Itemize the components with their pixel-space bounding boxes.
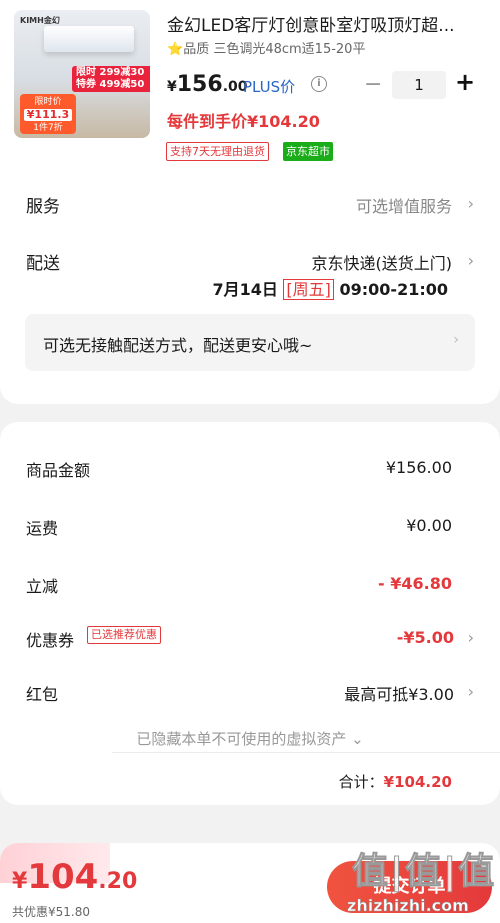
freight-label: 运费 xyxy=(26,519,59,538)
price-main: 156 xyxy=(176,72,223,97)
watermark-logo: 值|值|值 xyxy=(351,851,497,893)
thumb-price-tag: 限时价 ¥111.3 1件7折 xyxy=(20,94,76,134)
delivery-time[interactable]: 7月14日 [周五] 09:00-21:00 xyxy=(212,276,448,300)
price-symbol: ¥ xyxy=(167,79,177,95)
hidden-assets-toggle[interactable]: 已隐藏本单不可使用的虚拟资产 ⌄ xyxy=(0,728,500,749)
thumb-promo-line2: 特券 499减50 xyxy=(76,79,145,90)
product-title[interactable]: 金幻LED客厅灯创意卧室灯吸顶灯超... xyxy=(167,11,487,36)
redpacket-label: 红包 xyxy=(26,685,59,704)
thumb-tag-line2: 1件7折 xyxy=(33,123,63,133)
thumb-promo-line1: 限时 299减30 xyxy=(76,67,145,78)
hand-price: 每件到手价¥104.20 xyxy=(167,112,320,131)
coupon-chevron-icon[interactable]: › xyxy=(468,628,474,647)
lamp-image xyxy=(44,26,134,52)
order-total: 合计：¥104.20 xyxy=(339,771,452,792)
quantity-input[interactable]: 1 xyxy=(392,71,446,99)
bottom-price-int: 104 xyxy=(27,857,99,897)
delivery-date: 7月14日 xyxy=(212,280,278,299)
bottom-price-dec: .20 xyxy=(98,869,138,894)
service-label: 服务 xyxy=(26,197,60,217)
contactless-chevron-icon: › xyxy=(453,332,459,348)
total-value: ¥104.20 xyxy=(383,773,452,791)
redpacket-chevron-icon[interactable]: › xyxy=(468,682,474,701)
plus-price-label: PLUS价 xyxy=(243,78,296,96)
contactless-text: 可选无接触配送方式，配送更安心哦~ xyxy=(43,336,313,355)
thumb-promo: 限时 299减30 特券 499减50 xyxy=(72,66,150,92)
bottom-price: ¥104.20 xyxy=(12,857,137,897)
total-label: 合计： xyxy=(338,773,384,791)
service-value[interactable]: 可选增值服务 xyxy=(356,193,452,217)
discount-label: 立减 xyxy=(26,577,59,596)
redpacket-value[interactable]: 最高可抵¥3.00 xyxy=(344,681,454,705)
increase-quantity-button[interactable]: + xyxy=(455,68,475,96)
thumb-brand: KIMH金幻 xyxy=(20,16,60,25)
coupon-recommended-tag: 已选推荐优惠 xyxy=(87,626,161,644)
discount-value: - ¥46.80 xyxy=(378,574,452,593)
delivery-method[interactable]: 京东快递(送货上门) xyxy=(312,250,453,274)
delivery-weekday: [周五] xyxy=(283,279,334,300)
divider xyxy=(112,752,500,753)
service-chevron-icon[interactable]: › xyxy=(468,194,474,213)
return-policy-badge: 支持7天无理由退货 xyxy=(166,142,269,161)
star-icon: ⭐ xyxy=(167,42,184,57)
delivery-chevron-icon[interactable]: › xyxy=(468,251,474,270)
info-icon[interactable]: i xyxy=(311,76,327,92)
coupon-value[interactable]: -¥5.00 xyxy=(397,628,454,647)
bottom-price-symbol: ¥ xyxy=(12,869,28,894)
product-spec[interactable]: ⭐品质 三色调光48cm适15-20平 xyxy=(167,38,365,57)
thumb-tag-price: ¥111.3 xyxy=(24,109,72,121)
freight-value: ¥0.00 xyxy=(406,516,452,535)
store-badge: 京东超市 xyxy=(283,142,333,161)
delivery-time-range: 09:00-21:00 xyxy=(339,280,449,299)
thumb-tag-line1: 限时价 xyxy=(34,97,62,107)
total-saved: 共优惠¥51.80 xyxy=(12,905,90,919)
coupon-label: 优惠券 xyxy=(26,631,75,650)
watermark-url: zhizhizhi.com xyxy=(347,896,469,916)
product-thumbnail[interactable]: KIMH金幻 限时 299减30 特券 499减50 限时价 ¥111.3 1件… xyxy=(14,10,150,138)
goods-amount-label: 商品金额 xyxy=(26,461,91,480)
goods-amount-value: ¥156.00 xyxy=(385,458,452,477)
product-price: ¥156.00 xyxy=(167,72,248,97)
decrease-quantity-button[interactable]: − xyxy=(364,72,382,97)
delivery-label: 配送 xyxy=(26,254,60,274)
contactless-delivery-option[interactable]: 可选无接触配送方式，配送更安心哦~ › xyxy=(25,314,475,371)
spec-text: 品质 三色调光48cm适15-20平 xyxy=(183,42,366,57)
